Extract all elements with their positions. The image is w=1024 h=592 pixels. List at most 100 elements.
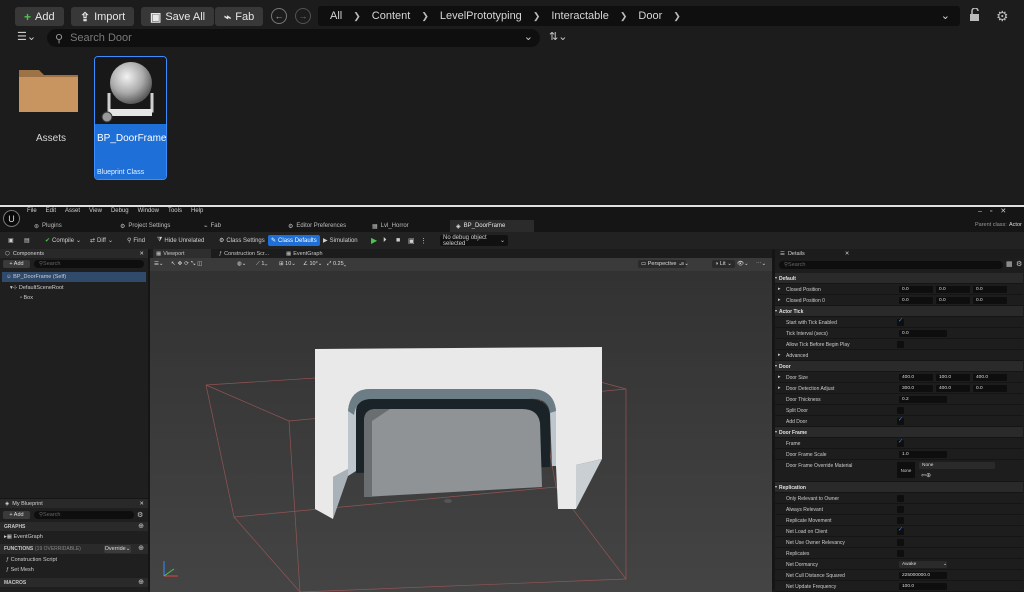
expand-arrow-icon[interactable]: ▸ [778, 374, 781, 380]
checkbox[interactable] [897, 495, 904, 502]
menu-help[interactable]: Help [191, 208, 203, 214]
vector-component-field[interactable]: 300.0 [899, 385, 933, 392]
save-all-button[interactable]: ▣ Save All [141, 7, 215, 26]
sort-icon[interactable]: ⇅⌄ [549, 30, 567, 43]
add-member-button[interactable]: + Add [3, 511, 30, 519]
gear-icon[interactable]: ⚙ [1016, 260, 1022, 268]
property-row[interactable]: Only Relevant to Owner [775, 493, 1023, 504]
back-icon[interactable]: ← [271, 8, 287, 24]
parent-class-value[interactable]: Actor [1009, 222, 1022, 228]
menu-view[interactable]: View [89, 208, 102, 214]
hide-unrelated-button[interactable]: ⧩ Hide Unrelated [157, 235, 204, 246]
class-defaults-button[interactable]: ✎ Class Defaults [268, 235, 320, 246]
breadcrumb-item[interactable]: Interactable [551, 10, 608, 22]
add-circle-icon[interactable]: ⊕ [138, 544, 144, 552]
menu-debug[interactable]: Debug [111, 208, 129, 214]
tab-fab[interactable]: ⌁ Fab [198, 220, 276, 232]
checkbox[interactable] [897, 317, 904, 326]
realtime-icon[interactable]: ◍⌄ [237, 261, 246, 267]
checkbox[interactable] [897, 517, 904, 524]
property-row[interactable]: Door Frame Override Material None None ⇦⊕ [775, 460, 1023, 482]
add-button[interactable]: + Add [15, 7, 64, 26]
number-field[interactable]: 0.0 [899, 330, 947, 337]
gear-icon[interactable]: ⚙ [996, 8, 1009, 25]
menu-file[interactable]: File [27, 208, 37, 214]
tab-level[interactable]: ▦ Lvl_Horror [366, 220, 444, 232]
folder-icon[interactable] [17, 64, 80, 114]
diff-button[interactable]: ⇄ Diff ⌄ [90, 235, 113, 246]
details-section[interactable]: Door Frame ▾ [775, 427, 1023, 438]
search-input[interactable]: ⚲ Search Door ⌄ [47, 29, 540, 47]
property-row[interactable]: Allow Tick Before Begin Play [775, 339, 1023, 350]
property-row[interactable]: Tick Interval (secs) 0.0 [775, 328, 1023, 339]
vector-component-field[interactable]: 0.0 [936, 286, 970, 293]
scale-snap[interactable]: ⤢ 0.25⌄ [327, 261, 346, 268]
property-row[interactable]: Door Detection Adjust ▸ 300.0 400.0 0.0 [775, 383, 1023, 394]
checkbox[interactable] [897, 539, 904, 546]
property-row[interactable]: Door Size ▸ 400.0 100.0 400.0 [775, 372, 1023, 383]
menu-tools[interactable]: Tools [168, 208, 182, 214]
show-icon[interactable]: 👁⌄ [737, 261, 749, 267]
checkbox[interactable] [897, 526, 904, 535]
material-thumbnail[interactable]: None [897, 462, 915, 478]
details-section[interactable]: Door ▾ [775, 361, 1023, 372]
tree-item-default-scene-root[interactable]: ▾⊹ DefaultSceneRoot [10, 285, 64, 291]
find-button[interactable]: ⚲ Find [127, 235, 145, 246]
checkbox[interactable] [897, 416, 904, 425]
tab-eventgraph[interactable]: ▦ EventGraph [283, 249, 343, 258]
add-circle-icon[interactable]: ⊕ [138, 522, 144, 530]
expand-arrow-icon[interactable]: ▸ [778, 286, 781, 292]
expand-arrow-icon[interactable]: ▸ [778, 297, 781, 303]
breadcrumb-item[interactable]: All [330, 10, 342, 22]
material-dropdown[interactable]: None [919, 462, 995, 469]
function-item-construction-script[interactable]: ƒ Construction Script [6, 557, 57, 563]
vector-component-field[interactable]: 400.0 [899, 374, 933, 381]
browse-icon[interactable]: ▤ [24, 235, 30, 246]
close-icon[interactable]: ✕ [139, 251, 144, 257]
vector-component-field[interactable]: 400.0 [973, 374, 1007, 381]
property-row[interactable]: Net Dormancy Awake ⌄ [775, 559, 1023, 570]
tab-bp-doorframe[interactable]: ◈ BP_DoorFrame [450, 220, 534, 232]
close-icon[interactable]: ✕ [845, 251, 850, 257]
property-row[interactable]: Door Frame Scale 1.0 [775, 449, 1023, 460]
grid-snap[interactable]: ⊞ 10⌄ [279, 261, 296, 267]
components-search-input[interactable]: ⚲ Search [34, 260, 144, 268]
class-settings-button[interactable]: ⚙ Class Settings [219, 235, 265, 246]
vector-component-field[interactable]: 0.0 [973, 286, 1007, 293]
menu-window[interactable]: Window [138, 208, 159, 214]
collapse-arrow-icon[interactable]: ▾ [775, 308, 777, 313]
tab-viewport[interactable]: ▦ Viewport [153, 249, 211, 258]
number-field[interactable]: 0.2 [899, 396, 947, 403]
tab-construction-script[interactable]: ƒ Construction Scr... [216, 249, 282, 258]
import-button[interactable]: ⇪ Import [71, 7, 135, 26]
property-row[interactable]: Net Update Frequency 100.0 [775, 581, 1023, 592]
graph-item-eventgraph[interactable]: ▸▦ EventGraph [4, 534, 43, 540]
property-row[interactable]: Net Use Owner Relevancy [775, 537, 1023, 548]
collapse-arrow-icon[interactable]: ▾ [775, 275, 777, 280]
folder-label[interactable]: Assets [36, 133, 66, 144]
checkbox[interactable] [897, 407, 904, 414]
property-row[interactable]: Net Load on Client [775, 526, 1023, 537]
chevron-down-icon[interactable]: ⌄ [524, 30, 533, 43]
property-row[interactable]: Advanced ▸ [775, 350, 1023, 361]
number-field[interactable]: 1.0 [899, 451, 947, 458]
vector-component-field[interactable]: 0.0 [936, 297, 970, 304]
rotation-snap[interactable]: ∠ 10°⌄ [303, 261, 322, 267]
checkbox[interactable] [897, 438, 904, 447]
gear-icon[interactable]: ⚙ [137, 511, 143, 519]
graphs-section[interactable]: GRAPHS ⊕ [0, 522, 148, 531]
tab-project-settings[interactable]: ⚙ Project Settings [114, 220, 192, 232]
vector-component-field[interactable]: 0.0 [899, 286, 933, 293]
perspective-dropdown[interactable]: ▭ Perspective ⌄ [638, 260, 686, 268]
hamburger-icon[interactable]: ≡⌄ [681, 261, 689, 267]
property-row[interactable]: Frame [775, 438, 1023, 449]
tree-item-self[interactable]: ☺ BP_DoorFrame (Self) [6, 274, 66, 280]
function-item-set-mesh[interactable]: ƒ Set Mesh [6, 567, 34, 573]
grid-view-icon[interactable]: ▦ [1006, 260, 1013, 268]
eject-icon[interactable]: ▣ [408, 235, 415, 246]
save-icon[interactable]: ▣ [8, 235, 14, 246]
expand-arrow-icon[interactable]: ▸ [778, 385, 781, 391]
checkbox[interactable] [897, 550, 904, 557]
vector-component-field[interactable]: 100.0 [936, 374, 970, 381]
lock-icon[interactable] [968, 8, 982, 22]
